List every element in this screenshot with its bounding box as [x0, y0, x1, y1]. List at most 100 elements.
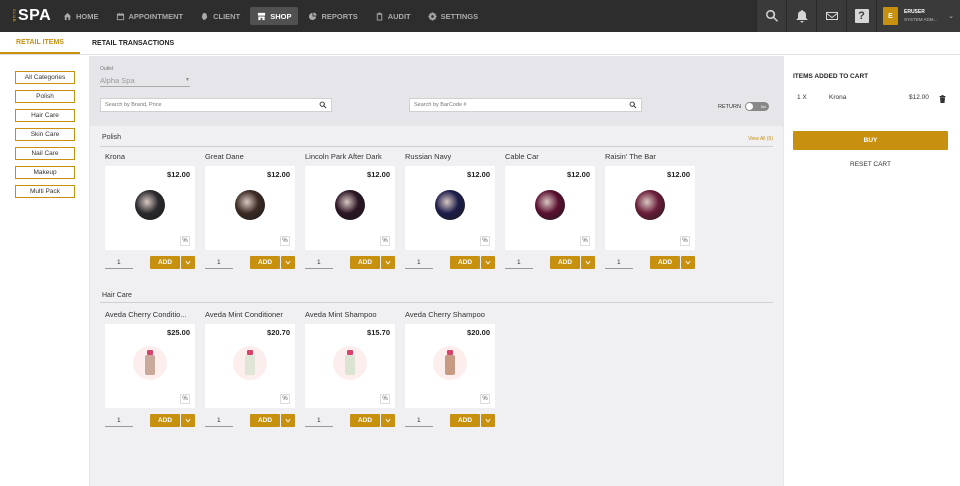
quantity-input[interactable] — [505, 256, 533, 269]
nav-audit[interactable]: AUDIT — [368, 7, 418, 25]
add-options-button[interactable] — [481, 256, 495, 269]
add-to-cart-button[interactable]: ADD — [150, 256, 180, 269]
reset-cart-button[interactable]: RESET CART — [793, 159, 948, 170]
product-card[interactable]: $12.00% — [205, 166, 295, 250]
notifications-button[interactable] — [786, 0, 816, 32]
chevron-down-icon — [385, 418, 391, 422]
add-to-cart-button[interactable]: ADD — [450, 256, 480, 269]
discount-button[interactable]: % — [480, 236, 490, 246]
quantity-input[interactable] — [305, 256, 333, 269]
product-card[interactable]: $12.00% — [605, 166, 695, 250]
nav-appointment[interactable]: APPOINTMENT — [109, 7, 191, 25]
quantity-input[interactable] — [405, 256, 433, 269]
remove-item-button[interactable] — [939, 95, 946, 105]
product-card[interactable]: $12.00% — [305, 166, 395, 250]
buy-button[interactable]: BUY — [793, 131, 948, 150]
user-menu[interactable]: E ERUSER SYSTEM ADM... ⌄ — [876, 0, 960, 32]
product-image[interactable] — [535, 190, 565, 220]
add-options-button[interactable] — [181, 414, 195, 427]
product-image[interactable] — [135, 190, 165, 220]
section-title-hair-care: Hair Care — [102, 292, 132, 299]
product-item: Aveda Cherry Shampoo$20.00%ADD — [405, 310, 495, 427]
tab-retail-transactions[interactable]: RETAIL TRANSACTIONS — [92, 32, 174, 54]
add-options-button[interactable] — [381, 256, 395, 269]
category-nail-care[interactable]: Nail Care — [15, 147, 75, 160]
search-button[interactable] — [756, 0, 786, 32]
product-image[interactable] — [233, 346, 267, 380]
add-options-button[interactable] — [381, 414, 395, 427]
category-sidebar: All Categories Polish Hair Care Skin Car… — [0, 56, 90, 486]
product-image[interactable] — [235, 190, 265, 220]
quantity-input[interactable] — [105, 414, 133, 427]
quantity-input[interactable] — [605, 256, 633, 269]
app-logo[interactable]: CLUB SPA — [0, 0, 56, 32]
discount-button[interactable]: % — [280, 394, 290, 404]
add-options-button[interactable] — [581, 256, 595, 269]
chevron-down-icon — [185, 260, 191, 264]
add-to-cart-button[interactable]: ADD — [250, 414, 280, 427]
search-icon[interactable] — [629, 101, 637, 109]
product-card[interactable]: $20.00% — [405, 324, 495, 408]
product-card[interactable]: $12.00% — [505, 166, 595, 250]
discount-button[interactable]: % — [580, 236, 590, 246]
add-to-cart-button[interactable]: ADD — [250, 256, 280, 269]
add-options-button[interactable] — [681, 256, 695, 269]
brand-price-search-input[interactable] — [105, 102, 305, 108]
nav-home[interactable]: HOME — [56, 7, 106, 25]
category-polish[interactable]: Polish — [15, 90, 75, 103]
discount-button[interactable]: % — [380, 236, 390, 246]
nav-settings[interactable]: SETTINGS — [421, 7, 486, 25]
product-card[interactable]: $12.00% — [105, 166, 195, 250]
add-to-cart-button[interactable]: ADD — [150, 414, 180, 427]
add-to-cart-button[interactable]: ADD — [550, 256, 580, 269]
product-card[interactable]: $25.00% — [105, 324, 195, 408]
product-image[interactable] — [333, 346, 367, 380]
add-options-button[interactable] — [281, 414, 295, 427]
category-hair-care[interactable]: Hair Care — [15, 109, 75, 122]
search-icon[interactable] — [319, 101, 327, 109]
trash-icon — [939, 95, 946, 103]
category-makeup[interactable]: Makeup — [15, 166, 75, 179]
add-options-button[interactable] — [181, 256, 195, 269]
category-skin-care[interactable]: Skin Care — [15, 128, 75, 141]
return-toggle[interactable]: No — [744, 102, 769, 111]
outlet-select[interactable]: Alpha Spa ▼ — [100, 74, 190, 87]
messages-button[interactable] — [816, 0, 846, 32]
tab-retail-items[interactable]: RETAIL ITEMS — [0, 32, 80, 54]
category-all[interactable]: All Categories — [15, 71, 75, 84]
add-options-button[interactable] — [281, 256, 295, 269]
nav-client[interactable]: CLIENT — [193, 7, 247, 25]
discount-button[interactable]: % — [380, 394, 390, 404]
product-card[interactable]: $15.70% — [305, 324, 395, 408]
envelope-icon — [825, 12, 838, 20]
product-image[interactable] — [433, 346, 467, 380]
barcode-search-input[interactable] — [414, 102, 614, 108]
add-to-cart-button[interactable]: ADD — [350, 414, 380, 427]
quantity-input[interactable] — [205, 256, 233, 269]
product-image[interactable] — [635, 190, 665, 220]
help-button[interactable]: ? — [846, 0, 876, 32]
discount-button[interactable]: % — [180, 236, 190, 246]
discount-button[interactable]: % — [680, 236, 690, 246]
nav-shop[interactable]: SHOP — [250, 7, 299, 25]
nav-reports[interactable]: REPORTS — [301, 7, 364, 25]
product-image[interactable] — [335, 190, 365, 220]
category-multi-pack[interactable]: Multi Pack — [15, 185, 75, 198]
discount-button[interactable]: % — [280, 236, 290, 246]
quantity-input[interactable] — [405, 414, 433, 427]
add-to-cart-button[interactable]: ADD — [650, 256, 680, 269]
quantity-input[interactable] — [205, 414, 233, 427]
add-to-cart-button[interactable]: ADD — [350, 256, 380, 269]
quantity-input[interactable] — [105, 256, 133, 269]
product-image[interactable] — [133, 346, 167, 380]
view-all-link[interactable]: View All (6) — [748, 136, 773, 142]
product-card[interactable]: $20.70% — [205, 324, 295, 408]
add-to-cart-button[interactable]: ADD — [450, 414, 480, 427]
discount-button[interactable]: % — [480, 394, 490, 404]
product-item: Aveda Cherry Conditio...$25.00%ADD — [105, 310, 195, 427]
product-card[interactable]: $12.00% — [405, 166, 495, 250]
product-image[interactable] — [435, 190, 465, 220]
add-options-button[interactable] — [481, 414, 495, 427]
discount-button[interactable]: % — [180, 394, 190, 404]
quantity-input[interactable] — [305, 414, 333, 427]
